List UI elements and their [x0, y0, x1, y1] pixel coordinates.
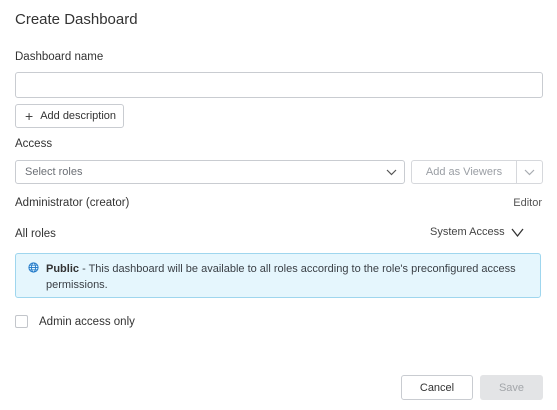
info-public-title: Public: [46, 263, 80, 275]
system-access-label: System Access: [430, 226, 505, 238]
admin-access-only-label: Admin access only: [39, 315, 135, 328]
globe-icon: [28, 262, 39, 273]
admin-role-permission: Editor: [513, 197, 542, 209]
chevron-down-icon: [511, 228, 524, 237]
add-as-viewers-button[interactable]: Add as Viewers: [411, 160, 543, 184]
dashboard-name-label: Dashboard name: [15, 51, 104, 63]
add-description-label: Add description: [40, 110, 117, 122]
roles-select[interactable]: Select roles: [15, 160, 405, 184]
admin-access-only-option[interactable]: Admin access only: [15, 315, 135, 328]
system-access-dropdown[interactable]: System Access: [430, 226, 524, 238]
all-roles-label: All roles: [15, 228, 56, 240]
plus-icon: +: [25, 108, 34, 124]
dialog-title: Create Dashboard: [15, 11, 138, 28]
roles-select-placeholder: Select roles: [25, 166, 83, 178]
save-button[interactable]: Save: [480, 375, 543, 400]
access-label: Access: [15, 138, 53, 150]
cancel-button[interactable]: Cancel: [401, 375, 473, 400]
add-as-viewers-label: Add as Viewers: [412, 161, 517, 183]
public-info-banner: Public - This dashboard will be availabl…: [15, 253, 541, 298]
add-description-button[interactable]: + Add description: [15, 104, 124, 128]
chevron-down-icon: [524, 169, 535, 176]
info-message: - This dashboard will be available to al…: [46, 263, 516, 291]
viewers-dropdown-toggle[interactable]: [517, 167, 542, 177]
chevron-down-icon: [386, 167, 397, 180]
admin-access-only-checkbox[interactable]: [15, 315, 28, 328]
dashboard-name-input[interactable]: [15, 72, 543, 98]
admin-role-name: Administrator (creator): [15, 197, 130, 209]
